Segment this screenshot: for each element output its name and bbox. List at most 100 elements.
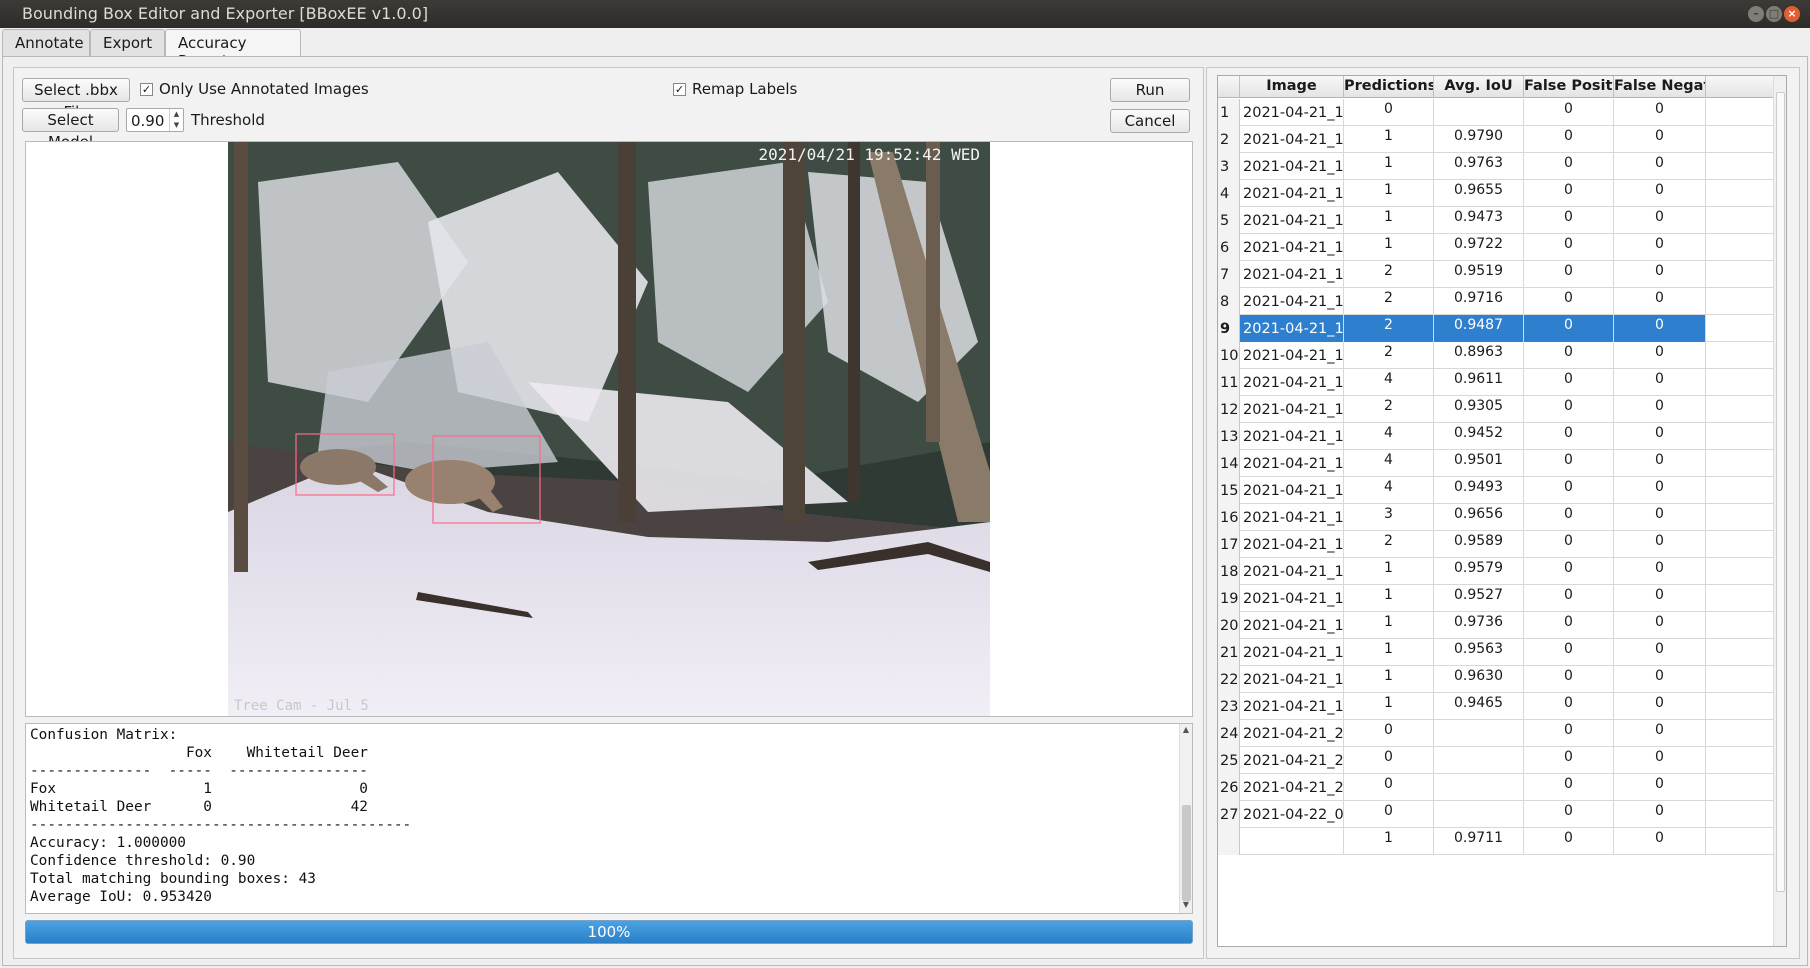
cell-iou[interactable]: 0.9656 [1434,504,1524,531]
cell-image[interactable]: 2021-04-21_1... [1240,315,1344,342]
table-row[interactable]: 262021-04-21_2...000 [1218,774,1778,801]
cell-iou[interactable]: 0.9611 [1434,369,1524,396]
cell-pred[interactable]: 1 [1344,207,1434,234]
cell-iou[interactable] [1434,774,1524,801]
cell-fp[interactable]: 0 [1524,639,1614,666]
table-row[interactable]: 212021-04-21_1...10.956300 [1218,639,1778,666]
table-row[interactable]: 132021-04-21_1...40.945200 [1218,423,1778,450]
cell-fn[interactable]: 0 [1614,504,1706,531]
cell-fn[interactable]: 0 [1614,207,1706,234]
cell-image[interactable]: 2021-04-21_1... [1240,423,1344,450]
cell-pred[interactable]: 1 [1344,126,1434,153]
cell-fn[interactable]: 0 [1614,315,1706,342]
cell-image[interactable]: 2021-04-21_1... [1240,558,1344,585]
close-icon[interactable]: × [1784,6,1800,22]
spin-arrows-icon[interactable]: ▲ ▼ [169,109,183,131]
cell-pred[interactable]: 4 [1344,450,1434,477]
cell-pred[interactable]: 2 [1344,261,1434,288]
cell-fn[interactable]: 0 [1614,747,1706,774]
cell-fp[interactable]: 0 [1524,477,1614,504]
cell-iou[interactable]: 0.9501 [1434,450,1524,477]
cell-fp[interactable]: 0 [1524,612,1614,639]
cell-fn[interactable]: 0 [1614,693,1706,720]
cancel-button[interactable]: Cancel [1110,109,1190,133]
cell-fp[interactable]: 0 [1524,558,1614,585]
tab-annotate[interactable]: Annotate [2,29,90,57]
cell-fp[interactable]: 0 [1524,261,1614,288]
cell-fp[interactable]: 0 [1524,747,1614,774]
cell-pred[interactable]: 0 [1344,801,1434,828]
cell-pred[interactable]: 1 [1344,153,1434,180]
cell-pred[interactable]: 0 [1344,720,1434,747]
column-header-avg-iou[interactable]: Avg. IoU [1434,76,1524,98]
cell-image[interactable]: 2021-04-22_0... [1240,801,1344,828]
cell-fp[interactable]: 0 [1524,396,1614,423]
cell-image[interactable]: 2021-04-21_1... [1240,531,1344,558]
cell-image[interactable]: 2021-04-21_2... [1240,774,1344,801]
cell-pred[interactable]: 2 [1344,396,1434,423]
cell-iou[interactable]: 0.9563 [1434,639,1524,666]
cell-fn[interactable]: 0 [1614,558,1706,585]
cell-fp[interactable]: 0 [1524,180,1614,207]
table-row[interactable]: 52021-04-21_1...10.947300 [1218,207,1778,234]
cell-fn[interactable]: 0 [1614,720,1706,747]
cell-image[interactable]: 2021-04-21_2... [1240,720,1344,747]
cell-fp[interactable]: 0 [1524,234,1614,261]
cell-pred[interactable]: 3 [1344,504,1434,531]
report-output[interactable]: Confusion Matrix: Fox Whitetail Deer ---… [25,723,1193,914]
cell-fn[interactable]: 0 [1614,531,1706,558]
cell-fp[interactable]: 0 [1524,126,1614,153]
cell-fn[interactable]: 0 [1614,396,1706,423]
threshold-spinbox[interactable]: 0.90 ▲ ▼ [126,108,184,132]
cell-fp[interactable]: 0 [1524,342,1614,369]
select-model-button[interactable]: Select Model [22,108,119,151]
cell-iou[interactable]: 0.9716 [1434,288,1524,315]
cell-iou[interactable]: 0.9655 [1434,180,1524,207]
remap-labels-checkbox[interactable]: ✓ [673,83,686,96]
cell-fp[interactable]: 0 [1524,585,1614,612]
cell-iou[interactable]: 0.9493 [1434,477,1524,504]
table-row[interactable]: 62021-04-21_1...10.972200 [1218,234,1778,261]
cell-fp[interactable]: 0 [1524,369,1614,396]
table-row[interactable]: 1 0.9711 0 0 [1218,828,1778,855]
cell-pred[interactable]: 1 [1344,234,1434,261]
maximize-icon[interactable]: □ [1766,6,1782,22]
cell-pred[interactable]: 0 [1344,99,1434,126]
cell-image[interactable]: 2021-04-21_1... [1240,288,1344,315]
cell-fn[interactable]: 0 [1614,639,1706,666]
table-row[interactable]: 42021-04-21_1...10.965500 [1218,180,1778,207]
cell-pred[interactable]: 0 [1344,747,1434,774]
table-row[interactable]: 252021-04-21_2...000 [1218,747,1778,774]
cell-image[interactable]: 2021-04-21_1... [1240,369,1344,396]
cell-pred[interactable]: 1 [1344,639,1434,666]
cell-iou[interactable]: 0.9305 [1434,396,1524,423]
cell-pred[interactable]: 1 [1344,180,1434,207]
cell-iou[interactable]: 0.9519 [1434,261,1524,288]
cell-pred[interactable]: 1 [1344,585,1434,612]
cell-fn[interactable]: 0 [1614,666,1706,693]
results-table[interactable]: Image Predictions Avg. IoU False Positiv… [1217,75,1787,947]
cell-fn[interactable]: 0 [1614,126,1706,153]
cell-fp[interactable]: 0 [1524,423,1614,450]
cell-pred[interactable]: 1 [1344,666,1434,693]
table-row[interactable]: 12021-04-21_1...000 [1218,99,1778,126]
cell-image[interactable]: 2021-04-21_1... [1240,207,1344,234]
column-header-predictions[interactable]: Predictions [1344,76,1434,98]
scroll-down-icon[interactable]: ▼ [1180,900,1192,912]
cell-fn[interactable]: 0 [1614,261,1706,288]
cell-image[interactable]: 2021-04-21_1... [1240,585,1344,612]
cell-fn[interactable]: 0 [1614,234,1706,261]
cell-iou[interactable]: 0.8963 [1434,342,1524,369]
table-row[interactable]: 192021-04-21_1...10.952700 [1218,585,1778,612]
cell-fp[interactable]: 0 [1524,531,1614,558]
cell-iou[interactable] [1434,747,1524,774]
cell-fp[interactable]: 0 [1524,801,1614,828]
cell-fn[interactable]: 0 [1614,342,1706,369]
cell-image[interactable]: 2021-04-21_1... [1240,693,1344,720]
cell-pred[interactable]: 2 [1344,531,1434,558]
tab-accuracy-report[interactable]: Accuracy Report [165,29,301,70]
cell-iou[interactable] [1434,801,1524,828]
cell-fp[interactable]: 0 [1524,153,1614,180]
cell-image[interactable]: 2021-04-21_1... [1240,666,1344,693]
cell-fp[interactable]: 0 [1524,828,1614,855]
